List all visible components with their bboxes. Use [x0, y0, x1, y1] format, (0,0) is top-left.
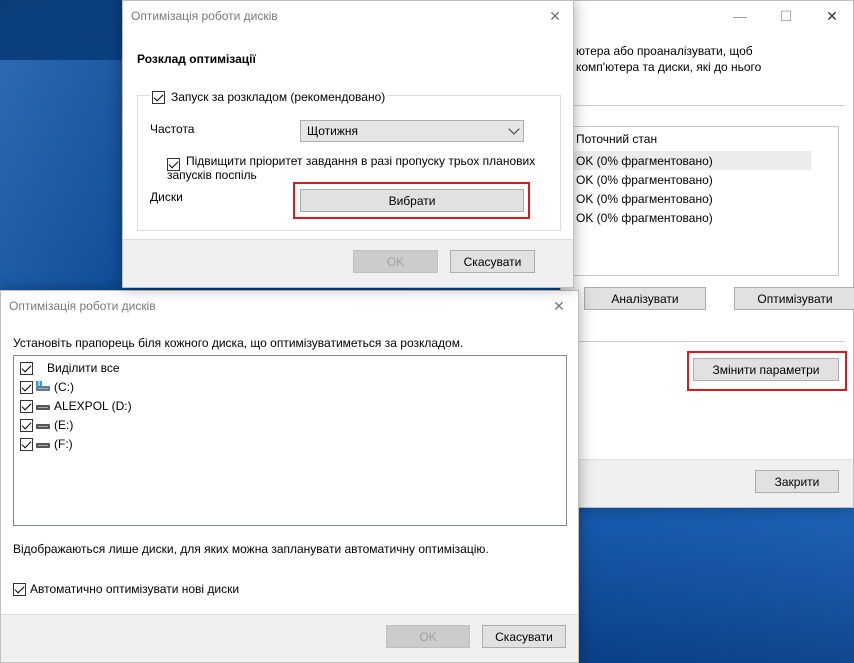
list-item[interactable]: ALEXPOL (D:)	[20, 399, 132, 413]
instruction-text: Установіть прапорець біля кожного диска,…	[13, 336, 464, 350]
priority-label: Підвищити пріоритет завдання в разі проп…	[167, 154, 536, 182]
system-drive-icon	[36, 380, 50, 392]
schedule-dialog-footer: OK Скасувати	[123, 239, 573, 287]
auto-optimize-new-row[interactable]: Автоматично оптимізувати нові диски	[13, 582, 239, 596]
main-footer: Закрити	[561, 459, 853, 507]
drive-icon	[36, 402, 50, 411]
drive-icon	[36, 421, 50, 430]
status-cell: OK (0% фрагментовано)	[576, 192, 713, 206]
dialog-title: Оптимізація роботи дисків	[9, 299, 156, 313]
schedule-heading: Розклад оптимізації	[137, 52, 256, 66]
cancel-button[interactable]: Скасувати	[450, 250, 535, 273]
desktop-wallpaper-ray	[575, 500, 854, 663]
minimize-icon[interactable]: —	[717, 1, 763, 31]
cancel-button[interactable]: Скасувати	[482, 625, 566, 648]
run-on-schedule-checkbox[interactable]	[152, 90, 165, 104]
drive-checkbox[interactable]	[20, 399, 33, 413]
schedulable-note: Відображаються лише диски, для яких можн…	[13, 542, 489, 556]
drive-label: (C:)	[54, 380, 74, 394]
auto-optimize-new-label: Автоматично оптимізувати нові диски	[30, 582, 240, 596]
priority-checkbox[interactable]	[167, 158, 180, 171]
analyze-button[interactable]: Аналізувати	[584, 287, 706, 310]
close-icon[interactable]: ✕	[541, 291, 577, 321]
close-icon[interactable]: ✕	[537, 1, 573, 31]
priority-row[interactable]: Підвищити пріоритет завдання в разі проп…	[167, 154, 535, 182]
divider	[561, 341, 845, 342]
status-cell: OK (0% фрагментовано)	[576, 173, 713, 187]
run-on-schedule-label: Запуск за розкладом (рекомендовано)	[171, 90, 386, 104]
drive-checkbox[interactable]	[20, 418, 33, 432]
highlight-frame	[687, 351, 847, 391]
maximize-icon[interactable]: ☐	[763, 1, 809, 31]
status-cell: OK (0% фрагментовано)	[576, 154, 713, 168]
drives-dialog-titlebar: Оптимізація роботи дисків ✕	[1, 291, 578, 321]
priority-line: Підвищити пріоритет завдання в разі проп…	[186, 154, 536, 168]
desktop-wallpaper-ray	[0, 60, 140, 320]
status-column-header[interactable]: Поточний стан	[576, 132, 657, 146]
ok-button[interactable]: OK	[386, 625, 470, 648]
divider	[561, 105, 845, 106]
status-cell: OK (0% фрагментовано)	[576, 211, 713, 225]
drive-label: ALEXPOL (D:)	[54, 399, 132, 413]
select-all-row[interactable]: Виділити все	[20, 361, 120, 375]
close-button[interactable]: Закрити	[755, 470, 839, 493]
frequency-label: Частота	[150, 122, 195, 136]
schedule-dialog: Оптимізація роботи дисків ✕ Розклад опти…	[122, 0, 574, 288]
main-description: ютера або проаналізувати, щоб комп'ютера…	[576, 43, 761, 75]
drives-label: Диски	[150, 190, 183, 204]
highlight-frame	[293, 182, 530, 219]
close-icon[interactable]: ✕	[809, 1, 854, 31]
drives-status-list: Поточний стан OK (0% фрагментовано) OK (…	[561, 126, 839, 276]
optimize-drives-main-window: — ☐ ✕ ютера або проаналізувати, щоб комп…	[560, 0, 854, 508]
drive-label: (F:)	[54, 437, 73, 451]
list-item[interactable]: (C:)	[20, 380, 74, 394]
select-all-checkbox[interactable]	[20, 361, 33, 375]
priority-line: запусків поспіль	[167, 168, 257, 182]
frequency-select[interactable]: Щотижня	[300, 120, 524, 142]
run-on-schedule-row[interactable]: Запуск за розкладом (рекомендовано)	[150, 90, 388, 104]
drives-dialog-footer: OK Скасувати	[1, 614, 578, 662]
drive-checkbox[interactable]	[20, 380, 33, 394]
schedule-dialog-titlebar: Оптимізація роботи дисків ✕	[123, 1, 573, 31]
select-all-label: Виділити все	[47, 361, 120, 375]
optimize-button[interactable]: Оптимізувати	[734, 287, 854, 310]
chevron-down-icon	[508, 123, 520, 135]
auto-optimize-new-checkbox[interactable]	[13, 582, 26, 596]
dialog-title: Оптимізація роботи дисків	[131, 9, 278, 23]
drive-icon	[36, 440, 50, 449]
list-item[interactable]: (E:)	[20, 418, 73, 432]
description-line: комп'ютера та диски, які до нього	[576, 60, 762, 74]
drives-selection-dialog: Оптимізація роботи дисків ✕ Установіть п…	[0, 290, 579, 663]
list-item[interactable]: (F:)	[20, 437, 73, 451]
frequency-value: Щотижня	[307, 124, 359, 138]
drive-checkbox[interactable]	[20, 437, 33, 451]
drive-label: (E:)	[54, 418, 74, 432]
description-line: ютера або проаналізувати, щоб	[576, 44, 753, 58]
ok-button[interactable]: OK	[353, 250, 438, 273]
drive-checklist: Виділити все (C:) ALEXPOL (D:) (E:) (F:)	[13, 355, 567, 526]
main-window-titlebar: — ☐ ✕	[561, 1, 853, 31]
